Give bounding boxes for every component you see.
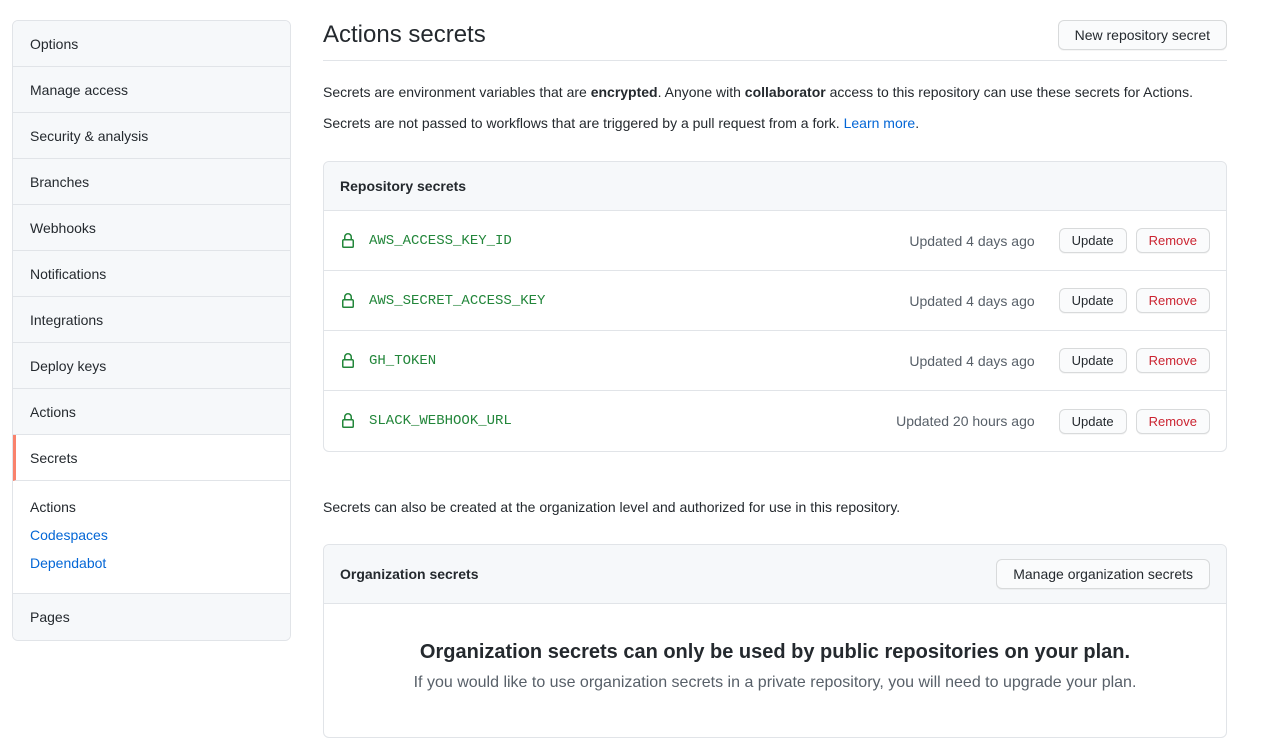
sidebar-item-label: Options — [30, 36, 78, 52]
manage-organization-secrets-button[interactable]: Manage organization secrets — [996, 559, 1210, 589]
sidebar-item-label: Notifications — [30, 266, 106, 282]
intro-text: Secrets are not passed to workflows that… — [323, 115, 844, 131]
subnav-item-actions-current[interactable]: Actions — [13, 493, 290, 521]
settings-sidebar: Options Manage access Security & analysi… — [12, 20, 291, 641]
sidebar-item-actions[interactable]: Actions — [13, 389, 290, 435]
subnav-item-codespaces[interactable]: Codespaces — [13, 521, 290, 549]
organization-secrets-blankslate: Organization secrets can only be used by… — [324, 604, 1226, 737]
update-secret-button[interactable]: Update — [1059, 228, 1127, 253]
intro-text: Secrets are environment variables that a… — [323, 84, 591, 100]
subnav-item-dependabot[interactable]: Dependabot — [13, 549, 290, 577]
sidebar-item-label: Actions — [30, 404, 76, 420]
sidebar-item-manage-access[interactable]: Manage access — [13, 67, 290, 113]
blankslate-text: If you would like to use organization se… — [364, 674, 1186, 692]
update-secret-button[interactable]: Update — [1059, 288, 1127, 313]
sidebar-item-branches[interactable]: Branches — [13, 159, 290, 205]
organization-secrets-box: Organization secrets Manage organization… — [323, 544, 1227, 738]
secret-name: SLACK_WEBHOOK_URL — [369, 413, 512, 429]
sidebar-item-secrets-active[interactable]: Secrets — [13, 435, 290, 481]
organization-secrets-title: Organization secrets — [340, 566, 479, 582]
intro-bold-encrypted: encrypted — [591, 84, 658, 100]
sidebar-item-webhooks[interactable]: Webhooks — [13, 205, 290, 251]
secret-row: SLACK_WEBHOOK_URL Updated 20 hours ago U… — [324, 391, 1226, 451]
repository-secrets-header: Repository secrets — [324, 162, 1226, 211]
secret-name: AWS_ACCESS_KEY_ID — [369, 233, 512, 249]
secret-updated-timestamp: Updated 4 days ago — [909, 233, 1034, 249]
secret-updated-timestamp: Updated 20 hours ago — [896, 413, 1035, 429]
sidebar-item-integrations[interactable]: Integrations — [13, 297, 290, 343]
sidebar-item-label: Pages — [30, 609, 70, 625]
remove-secret-button[interactable]: Remove — [1136, 409, 1210, 434]
sidebar-item-label: Integrations — [30, 312, 103, 328]
sidebar-item-label: Manage access — [30, 82, 128, 98]
repository-secrets-box: Repository secrets AWS_ACCESS_KEY_ID Upd… — [323, 161, 1227, 452]
learn-more-link[interactable]: Learn more — [844, 115, 916, 131]
sidebar-item-notifications[interactable]: Notifications — [13, 251, 290, 297]
sidebar-item-label: Webhooks — [30, 220, 96, 236]
secret-updated-timestamp: Updated 4 days ago — [909, 293, 1034, 309]
secret-row: GH_TOKEN Updated 4 days ago Update Remov… — [324, 331, 1226, 391]
secret-row: AWS_SECRET_ACCESS_KEY Updated 4 days ago… — [324, 271, 1226, 331]
intro-paragraph-1: Secrets are environment variables that a… — [323, 82, 1227, 103]
page-title: Actions secrets — [323, 20, 486, 50]
sidebar-item-label: Security & analysis — [30, 128, 148, 144]
lock-icon — [340, 233, 356, 249]
new-repository-secret-button[interactable]: New repository secret — [1058, 20, 1227, 50]
update-secret-button[interactable]: Update — [1059, 348, 1127, 373]
sidebar-item-security-analysis[interactable]: Security & analysis — [13, 113, 290, 159]
sidebar-item-deploy-keys[interactable]: Deploy keys — [13, 343, 290, 389]
sidebar-item-pages[interactable]: Pages — [13, 594, 290, 640]
blankslate-title: Organization secrets can only be used by… — [364, 641, 1186, 664]
sidebar-item-options[interactable]: Options — [13, 21, 290, 67]
secrets-subnav: Actions Codespaces Dependabot — [13, 481, 290, 594]
lock-icon — [340, 293, 356, 309]
secret-row: AWS_ACCESS_KEY_ID Updated 4 days ago Upd… — [324, 211, 1226, 271]
intro-text: access to this repository can use these … — [826, 84, 1193, 100]
actions-secrets-main: Actions secrets New repository secret Se… — [323, 20, 1227, 738]
organization-secrets-header: Organization secrets Manage organization… — [324, 545, 1226, 604]
remove-secret-button[interactable]: Remove — [1136, 288, 1210, 313]
sidebar-item-label: Branches — [30, 174, 89, 190]
secret-name: AWS_SECRET_ACCESS_KEY — [369, 293, 545, 309]
remove-secret-button[interactable]: Remove — [1136, 228, 1210, 253]
lock-icon — [340, 413, 356, 429]
intro-text: . — [915, 115, 919, 131]
intro-text: . Anyone with — [658, 84, 745, 100]
organization-note: Secrets can also be created at the organ… — [323, 497, 1227, 518]
lock-icon — [340, 353, 356, 369]
secret-updated-timestamp: Updated 4 days ago — [909, 353, 1034, 369]
remove-secret-button[interactable]: Remove — [1136, 348, 1210, 373]
page-header: Actions secrets New repository secret — [323, 20, 1227, 61]
secret-name: GH_TOKEN — [369, 353, 436, 369]
sidebar-item-label: Secrets — [30, 450, 77, 466]
intro-bold-collaborator: collaborator — [745, 84, 826, 100]
update-secret-button[interactable]: Update — [1059, 409, 1127, 434]
intro-paragraph-2: Secrets are not passed to workflows that… — [323, 113, 1227, 134]
sidebar-item-label: Deploy keys — [30, 358, 106, 374]
